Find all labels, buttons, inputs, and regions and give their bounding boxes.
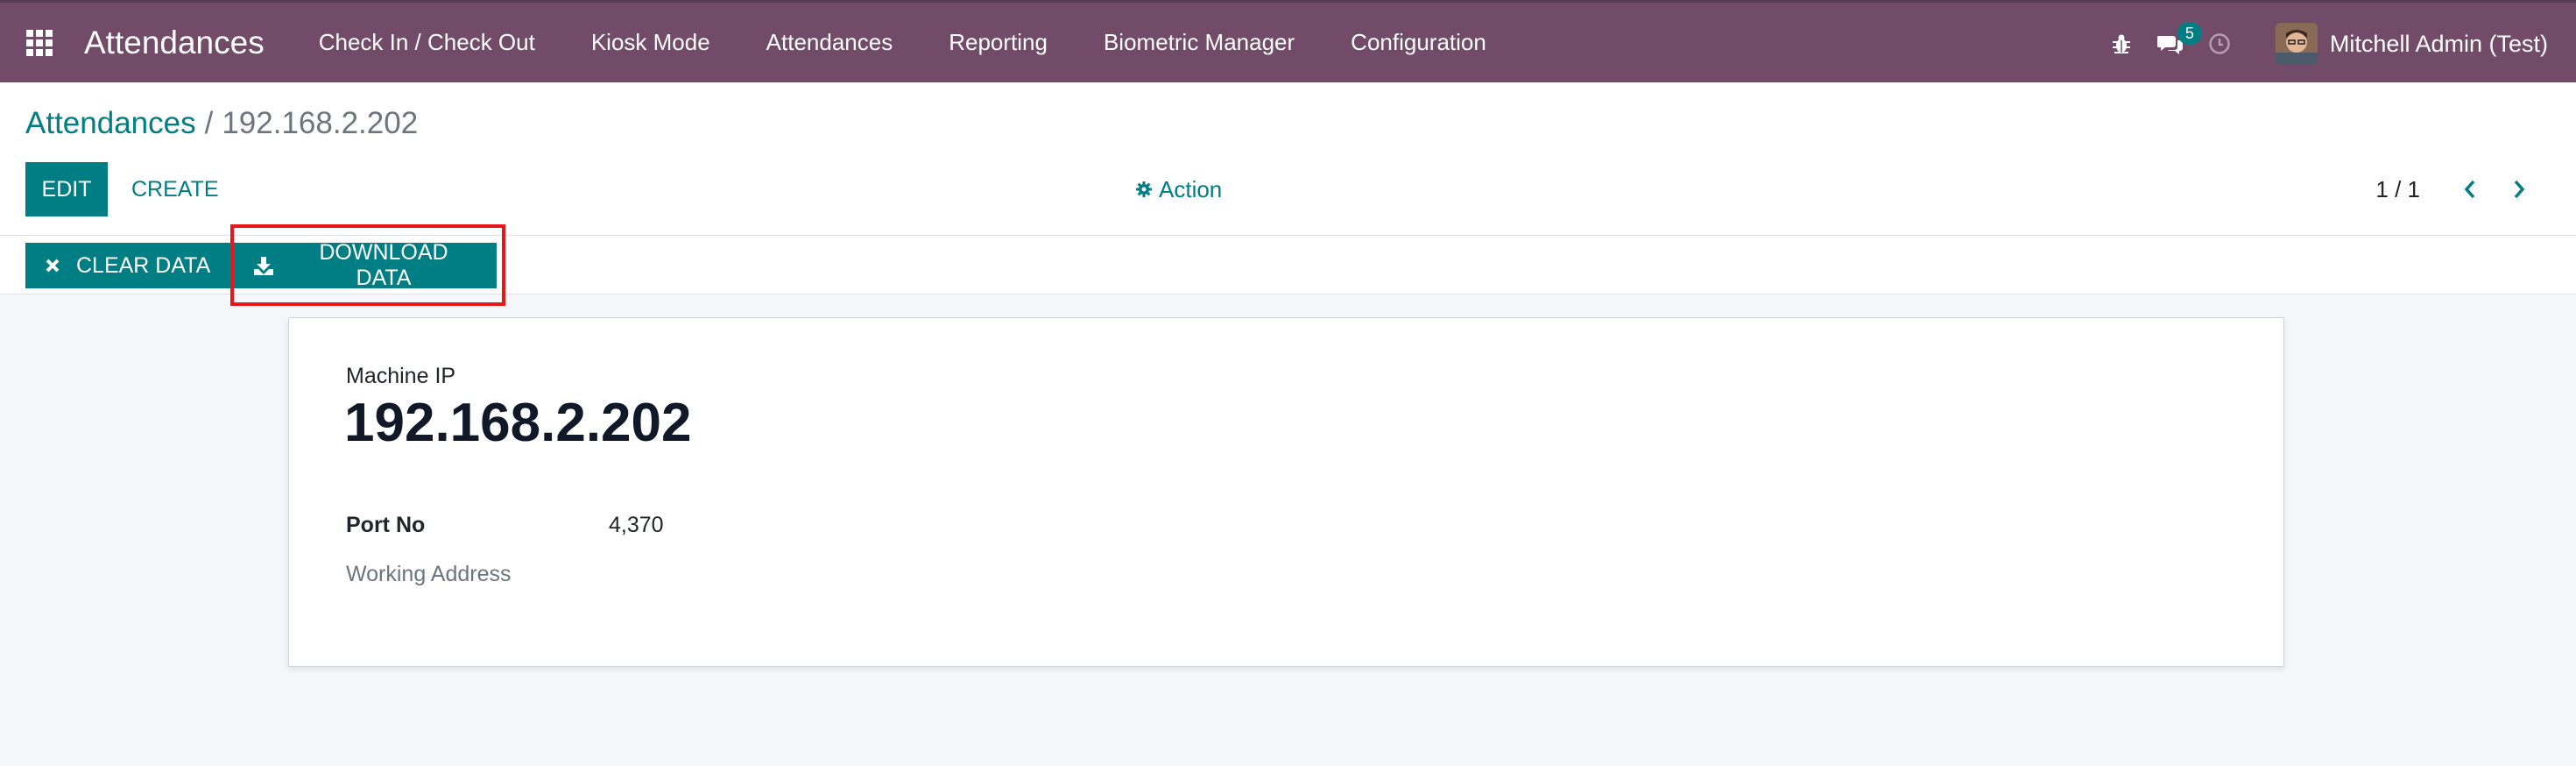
menu-item-configuration[interactable]: Configuration (1323, 2, 1514, 84)
form-sheet: Machine IP 192.168.2.202 Port No 4,370 W… (288, 317, 2284, 667)
download-icon (253, 255, 274, 276)
menu-item-reporting[interactable]: Reporting (921, 2, 1076, 84)
port-no-label: Port No (346, 513, 426, 537)
clear-data-label: CLEAR DATA (76, 252, 211, 278)
download-data-button[interactable]: DOWNLOAD DATA (234, 240, 497, 290)
edit-button[interactable]: EDIT (25, 162, 108, 216)
form-statusbar: CLEAR DATA DOWNLOAD DATA (0, 235, 2576, 294)
close-icon (45, 258, 60, 273)
chat-icon[interactable]: 5 (2146, 3, 2202, 85)
clock-icon[interactable] (2195, 3, 2244, 85)
gear-icon (1136, 176, 1152, 203)
clear-data-button[interactable]: CLEAR DATA (25, 243, 234, 288)
menu-item-kiosk-mode[interactable]: Kiosk Mode (563, 2, 738, 84)
action-dropdown[interactable]: Action (1136, 162, 1222, 216)
download-data-label: DOWNLOAD DATA (319, 240, 448, 290)
menu-item-biometric-manager[interactable]: Biometric Manager (1076, 2, 1323, 84)
avatar[interactable] (2275, 23, 2318, 65)
menu-item-check-in-out[interactable]: Check In / Check Out (291, 2, 563, 84)
chevron-right-icon[interactable] (2497, 162, 2541, 216)
pager-value[interactable]: 1 / 1 (2375, 162, 2420, 216)
apps-grid-icon[interactable] (26, 29, 53, 56)
machine-ip-label: Machine IP (346, 364, 456, 388)
systray: 5 Mitchell Admin (Test) (2097, 3, 2548, 85)
bug-icon[interactable] (2097, 3, 2146, 85)
port-no-value: 4,370 (609, 513, 664, 537)
create-button[interactable]: CREATE (121, 162, 229, 216)
breadcrumb: Attendances / 192.168.2.202 (25, 106, 418, 141)
user-menu[interactable]: Mitchell Admin (Test) (2330, 31, 2548, 58)
menu-item-attendances[interactable]: Attendances (738, 2, 921, 84)
control-panel: Attendances / 192.168.2.202 EDIT CREATE … (0, 82, 2576, 235)
top-navbar: Attendances Check In / Check Out Kiosk M… (0, 0, 2576, 82)
chevron-left-icon[interactable] (2448, 162, 2492, 216)
breadcrumb-separator: / (204, 106, 214, 140)
app-title[interactable]: Attendances (84, 25, 265, 61)
machine-ip-value: 192.168.2.202 (344, 393, 692, 453)
breadcrumb-parent-link[interactable]: Attendances (25, 106, 196, 141)
main-menu: Check In / Check Out Kiosk Mode Attendan… (291, 2, 1514, 84)
breadcrumb-current: 192.168.2.202 (222, 106, 419, 140)
action-label: Action (1159, 175, 1223, 202)
working-address-label: Working Address (346, 562, 512, 586)
